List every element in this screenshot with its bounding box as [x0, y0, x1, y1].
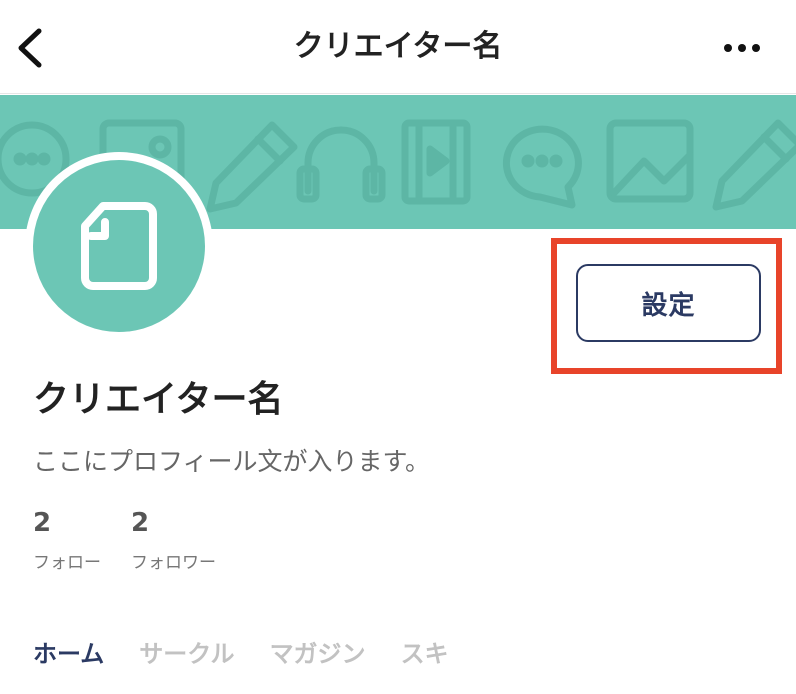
follow-stat[interactable]: 2 フォロー [33, 508, 101, 573]
pencil-icon [712, 119, 796, 211]
avatar-image [33, 160, 205, 332]
follower-count: 2 [131, 508, 150, 538]
settings-button[interactable]: 設定 [576, 264, 761, 342]
profile-bio: ここにプロフィール文が入ります。 [33, 447, 431, 476]
follow-count: 2 [33, 508, 52, 538]
pencil-icon [206, 121, 298, 213]
tab-likes[interactable]: スキ [401, 634, 449, 669]
headphones-icon [296, 126, 386, 203]
chat-bubble-icon [502, 125, 582, 209]
more-horizontal-icon [724, 44, 760, 52]
top-navigation-bar: クリエイター名 [0, 0, 796, 94]
tab-circle[interactable]: サークル [139, 634, 234, 669]
profile-tabs: ホーム サークル マガジン スキ [33, 634, 484, 669]
image-icon [606, 119, 694, 203]
note-document-icon [81, 202, 157, 290]
avatar[interactable] [25, 152, 213, 340]
follower-stat[interactable]: 2 フォロワー [131, 508, 216, 573]
chevron-left-icon [18, 28, 42, 68]
back-button[interactable] [12, 27, 48, 69]
tab-home[interactable]: ホーム [33, 634, 104, 669]
creator-name: クリエイター名 [33, 379, 284, 420]
tab-magazine[interactable]: マガジン [270, 634, 366, 669]
follower-label: フォロワー [131, 553, 216, 573]
page-title: クリエイター名 [293, 29, 503, 64]
more-options-button[interactable] [718, 30, 766, 66]
follow-label: フォロー [33, 553, 101, 573]
film-icon [401, 119, 471, 205]
